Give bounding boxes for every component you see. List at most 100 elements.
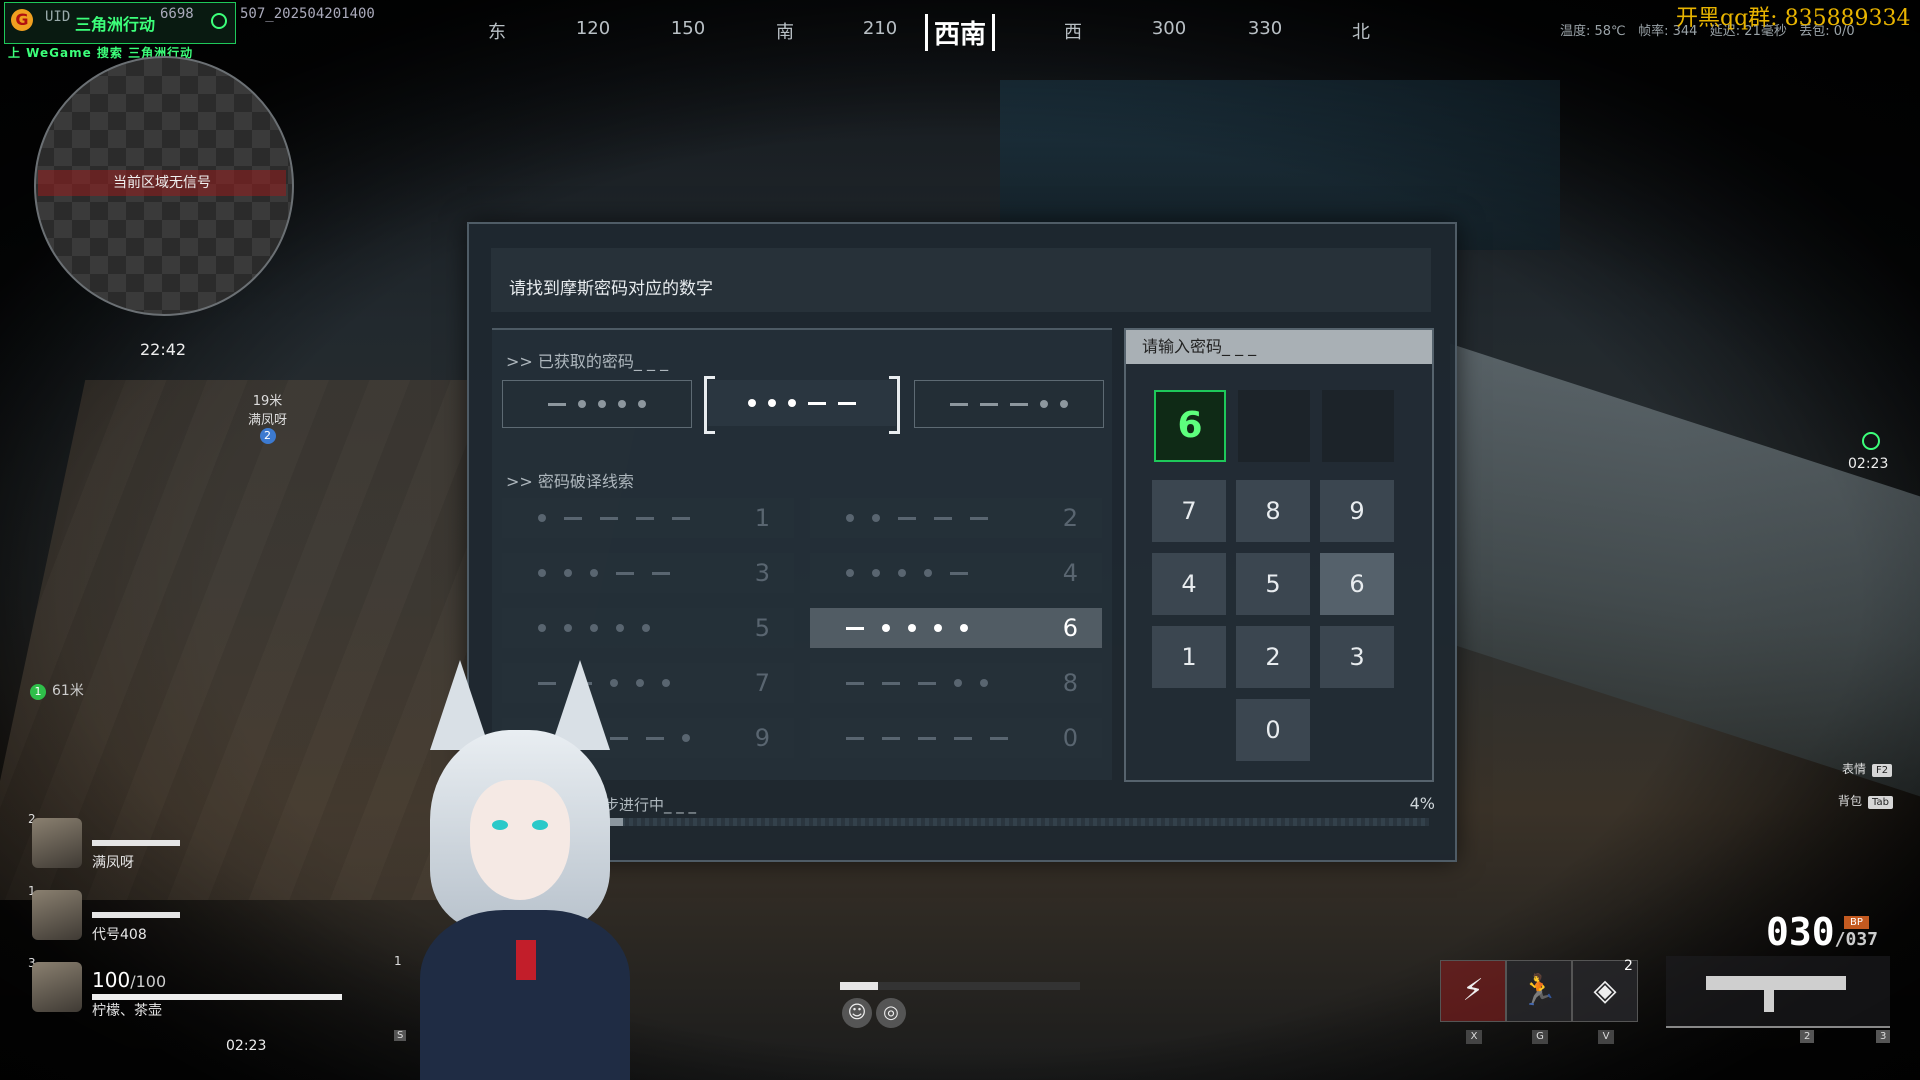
left-edge-key: S: [394, 1030, 407, 1041]
morse-dot: [1040, 400, 1048, 408]
search-icon: [211, 13, 227, 29]
clue-digit: 1: [754, 504, 770, 532]
game-logo-icon: G: [11, 9, 33, 31]
teammate-marker-icon: 2: [259, 428, 276, 444]
clue-row: 8: [810, 663, 1102, 703]
morse-dash: [846, 626, 864, 630]
bag-hint[interactable]: 背包 Tab: [1838, 792, 1893, 809]
morse-dash: [882, 736, 900, 740]
avatar-eye: [492, 820, 508, 830]
objective-marker-icon: 1: [30, 684, 46, 700]
weapon-slot-key: 3: [1876, 1030, 1891, 1043]
temp-stat: 温度: 58℃: [1560, 24, 1626, 39]
morse-dot: [538, 569, 546, 577]
keypad-key-2[interactable]: 2: [1236, 626, 1310, 688]
obtained-codes-label: >> 已获取的密码_ _ _: [506, 352, 669, 371]
squad-member-name: 满凤呀: [92, 855, 134, 871]
morse-dash: [950, 402, 968, 406]
clue-digit: 7: [754, 669, 770, 697]
morse-dash: [548, 402, 566, 406]
morse-dash: [846, 681, 864, 685]
player-hp: 100/100: [92, 968, 167, 992]
obtained-code-cell[interactable]: [502, 380, 692, 428]
morse-dot: [564, 569, 572, 577]
keypad-key-4[interactable]: 4: [1152, 553, 1226, 615]
stamina-bar: [840, 982, 1080, 990]
keypad-key-0[interactable]: 0: [1236, 699, 1310, 761]
morse-dash: [600, 516, 618, 520]
password-slot: [1322, 390, 1394, 462]
stream-logo-box: G UID 三角洲行动: [4, 2, 236, 44]
morse-dot: [934, 624, 942, 632]
keypad-key-7[interactable]: 7: [1152, 480, 1226, 542]
morse-dash: [652, 571, 670, 575]
squad-health-bar: [92, 840, 180, 846]
morse-dot: [598, 400, 606, 408]
clue-digit: 5: [754, 614, 770, 642]
morse-dash: [918, 736, 936, 740]
morse-dash: [980, 402, 998, 406]
streamer-avatar: [400, 660, 650, 1080]
morse-dot: [538, 624, 546, 632]
obtained-code-cell[interactable]: [914, 380, 1104, 428]
morse-dot: [662, 679, 670, 687]
keypad-key-3[interactable]: 3: [1320, 626, 1394, 688]
ability-key: V: [1598, 1030, 1614, 1044]
uid-text: UID: [45, 9, 71, 25]
clue-digit: 9: [754, 724, 770, 752]
obtained-code-cell[interactable]: [704, 376, 900, 434]
morse-dot: [616, 624, 624, 632]
no-signal-banner: 当前区域无信号: [38, 170, 286, 196]
dialog-title: 请找到摩斯密码对应的数字: [509, 279, 713, 299]
keypad-key-8[interactable]: 8: [1236, 480, 1310, 542]
weapon-slot[interactable]: [1666, 956, 1890, 1028]
keypad-key-5[interactable]: 5: [1236, 553, 1310, 615]
keypad-key-1[interactable]: 1: [1152, 626, 1226, 688]
ability-lightning-icon[interactable]: ⚡: [1440, 960, 1506, 1022]
morse-dot: [590, 569, 598, 577]
clue-digit: 8: [1062, 669, 1078, 697]
morse-dash: [934, 516, 952, 520]
rifle-icon: [1706, 976, 1846, 990]
ability-sprint-icon[interactable]: 🏃: [1506, 960, 1572, 1022]
morse-dash: [898, 516, 916, 520]
morse-dot: [768, 399, 776, 407]
morse-dash: [990, 736, 1008, 740]
morse-dash: [808, 401, 826, 405]
morse-dot: [908, 624, 916, 632]
morse-dot: [954, 679, 962, 687]
clue-digit: 4: [1062, 559, 1078, 587]
clue-row: 2: [810, 498, 1102, 538]
clue-row: 3: [502, 553, 794, 593]
morse-dot: [872, 569, 880, 577]
avatar-knot: [516, 940, 536, 980]
keypad-key-9[interactable]: 9: [1320, 480, 1394, 542]
clue-digit: 6: [1062, 614, 1078, 642]
password-slot: 6: [1154, 390, 1226, 462]
morse-dot: [1060, 400, 1068, 408]
morse-dot: [748, 399, 756, 407]
morse-dot: [538, 514, 546, 522]
morse-dot: [578, 400, 586, 408]
clue-digit: 3: [754, 559, 770, 587]
morse-dash: [838, 401, 856, 405]
compass-label: 东: [488, 22, 506, 43]
right-timer: 02:23: [1848, 456, 1889, 472]
morse-dot: [564, 624, 572, 632]
morse-dot: [898, 569, 906, 577]
sync-progress-bar: [589, 818, 1429, 826]
compass-label: 300: [1151, 18, 1187, 39]
teammate-marker-name: 满凤呀: [248, 413, 288, 428]
ability-count: 2: [1624, 958, 1633, 974]
morse-dash: [636, 516, 654, 520]
uid-suffix: 507_202504201400: [240, 6, 375, 22]
morse-dot: [618, 400, 626, 408]
keypad-key-6[interactable]: 6: [1320, 553, 1394, 615]
morse-dot: [872, 514, 880, 522]
clue-row: 6: [810, 608, 1102, 648]
avatar: [32, 890, 82, 940]
rifle-grip-icon: [1764, 990, 1774, 1012]
compass-label: 210: [862, 18, 898, 39]
emote-hint[interactable]: 表情 F2: [1842, 760, 1893, 777]
compass-bar: 东 120 150 南 210 西南 西 300 330 北: [460, 14, 1480, 54]
